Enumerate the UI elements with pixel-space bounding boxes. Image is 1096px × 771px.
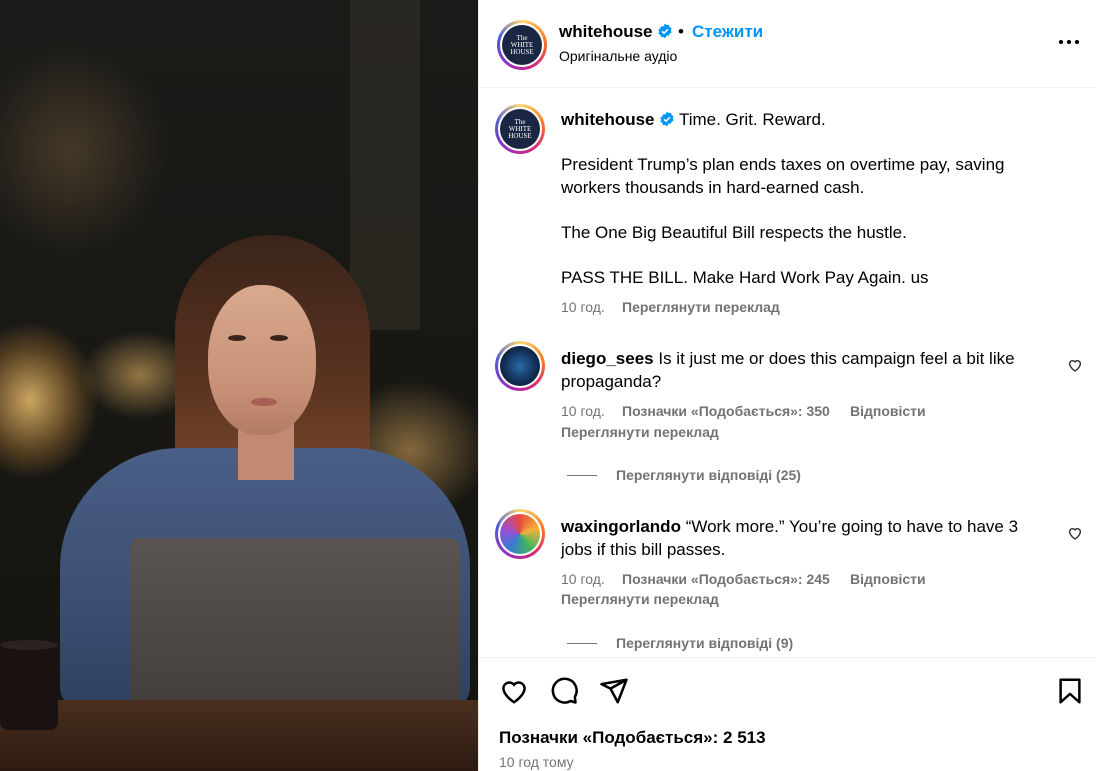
- comment-icon[interactable]: [549, 676, 579, 706]
- desk: [0, 700, 478, 771]
- commenter-avatar[interactable]: [495, 509, 545, 559]
- post-media-image[interactable]: [0, 0, 478, 771]
- background-light: [0, 40, 170, 260]
- heart-icon[interactable]: [1067, 525, 1083, 541]
- post-details-panel: The WHITE HOUSE whitehouse • Стежити Оригі…: [478, 0, 1096, 771]
- comment-likes[interactable]: Позначки «Подобається»: 245: [622, 571, 830, 587]
- caption-paragraph: President Trump’s plan ends taxes on ove…: [561, 155, 1005, 197]
- commenter-avatar[interactable]: [495, 341, 545, 391]
- caption-avatar[interactable]: The WHITE HOUSE: [495, 104, 545, 154]
- commenter-username[interactable]: diego_sees: [561, 349, 654, 368]
- follow-button[interactable]: Стежити: [692, 22, 763, 42]
- caption-paragraph: The One Big Beautiful Bill respects the …: [561, 223, 907, 242]
- separator-dot: •: [678, 22, 684, 41]
- author-username[interactable]: whitehouse: [559, 22, 673, 42]
- share-icon[interactable]: [599, 676, 629, 706]
- commenter-username[interactable]: waxingorlando: [561, 517, 681, 536]
- post-actions: Позначки «Подобається»: 2 513 10 год том…: [479, 657, 1096, 771]
- comment-likes[interactable]: Позначки «Подобається»: 350: [622, 403, 830, 419]
- whitehouse-logo: The WHITE HOUSE: [500, 109, 540, 149]
- comment-translate-link[interactable]: Переглянути переклад: [561, 591, 719, 607]
- comment-time[interactable]: 10 год.: [561, 571, 605, 587]
- background-light: [0, 320, 100, 480]
- post-header: The WHITE HOUSE whitehouse • Стежити Оригі…: [479, 0, 1096, 88]
- coffee-mug-rim: [0, 640, 58, 650]
- comment-time[interactable]: 10 год.: [561, 403, 605, 419]
- bookmark-icon[interactable]: [1055, 676, 1085, 706]
- comment-text: diego_sees Is it just me or does this ca…: [561, 347, 1041, 393]
- whitehouse-logo: The WHITE HOUSE: [502, 25, 542, 65]
- reply-button[interactable]: Відповісти: [850, 571, 926, 587]
- caption-paragraph: PASS THE BILL. Make Hard Work Pay Again.…: [561, 268, 929, 287]
- coffee-mug: [0, 640, 58, 730]
- woman-face: [208, 285, 316, 435]
- original-audio-link[interactable]: Оригінальне аудіо: [559, 48, 677, 64]
- caption-text: whitehouse Time. Grit. Reward. President…: [561, 108, 1031, 311]
- comment-translate-link[interactable]: Переглянути переклад: [561, 424, 719, 440]
- caption-translate-link[interactable]: Переглянути переклад: [622, 299, 780, 315]
- waxingorlando-avatar-image: [500, 514, 540, 554]
- total-likes[interactable]: Позначки «Подобається»: 2 513: [499, 728, 766, 748]
- comment-text: waxingorlando “Work more.” You’re going …: [561, 515, 1041, 561]
- diego-avatar-image: [500, 346, 540, 386]
- caption-time[interactable]: 10 год.: [561, 299, 605, 315]
- view-replies-button[interactable]: Переглянути відповіді (25): [616, 467, 801, 483]
- verified-badge-icon: [659, 111, 674, 127]
- heart-icon[interactable]: [499, 676, 529, 706]
- verified-badge-icon: [657, 23, 672, 39]
- replies-divider: [567, 475, 597, 476]
- post-time: 10 год тому: [499, 754, 574, 770]
- view-replies-button[interactable]: Переглянути відповіді (9): [616, 635, 793, 651]
- author-avatar[interactable]: The WHITE HOUSE: [497, 20, 547, 70]
- woman-eye: [270, 335, 288, 341]
- caption-username[interactable]: whitehouse: [561, 110, 655, 129]
- more-options-icon[interactable]: [1057, 30, 1081, 54]
- woman-lips: [251, 398, 277, 406]
- heart-icon[interactable]: [1067, 357, 1083, 373]
- woman-eye: [228, 335, 246, 341]
- reply-button[interactable]: Відповісти: [850, 403, 926, 419]
- replies-divider: [567, 643, 597, 644]
- background-pillar: [350, 0, 420, 330]
- caption-first-line: Time. Grit. Reward.: [678, 110, 826, 129]
